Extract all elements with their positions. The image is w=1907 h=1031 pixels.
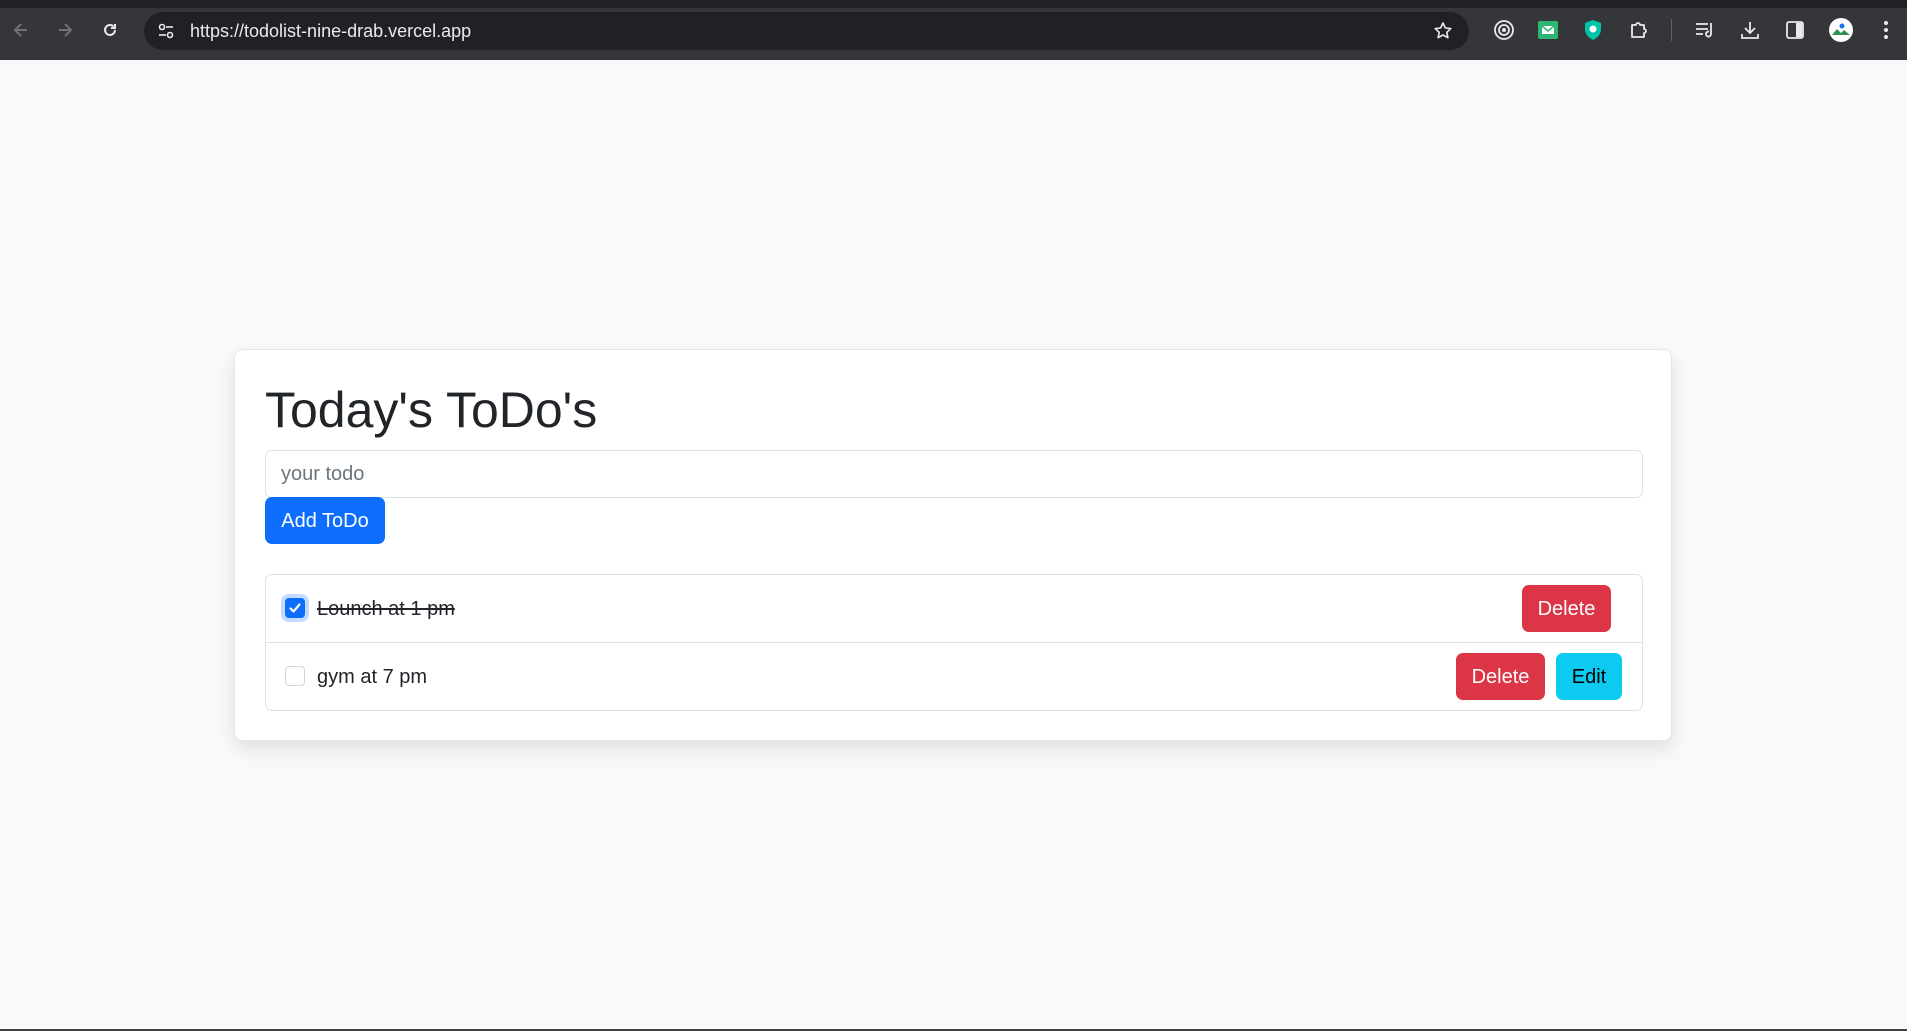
add-todo-button[interactable]: Add ToDo — [265, 497, 385, 544]
todo-item: gym at 7 pm Delete Edit — [266, 643, 1642, 710]
delete-button[interactable]: Delete — [1522, 585, 1611, 632]
todo-checkbox[interactable] — [285, 666, 305, 686]
edit-button[interactable]: Edit — [1556, 653, 1622, 700]
todo-text: gym at 7 pm — [317, 666, 428, 688]
address-bar[interactable]: https://todolist-nine-drab.vercel.app — [144, 12, 1469, 50]
site-info-icon[interactable] — [154, 19, 178, 43]
browser-toolbar: https://todolist-nine-drab.vercel.app — [0, 0, 1907, 60]
page-title: Today's ToDo's — [265, 382, 598, 438]
checkmark-icon — [289, 603, 301, 613]
delete-button[interactable]: Delete — [1456, 653, 1545, 700]
reload-icon[interactable] — [97, 17, 123, 43]
profile-avatar[interactable] — [1827, 16, 1855, 44]
star-icon[interactable] — [1431, 19, 1455, 43]
forward-arrow-icon[interactable] — [52, 17, 78, 43]
target-extension-icon[interactable] — [1492, 18, 1516, 42]
url-text[interactable]: https://todolist-nine-drab.vercel.app — [190, 21, 471, 41]
todo-list: Lounch at 1 pm Delete gym at 7 pm Delete… — [265, 574, 1643, 711]
toolbar-divider — [1671, 19, 1672, 41]
todo-item: Lounch at 1 pm Delete — [266, 575, 1642, 643]
shield-extension-icon[interactable] — [1581, 18, 1605, 42]
todo-checkbox[interactable] — [285, 598, 305, 618]
mail-extension-icon[interactable] — [1536, 18, 1560, 42]
back-arrow-icon[interactable] — [8, 17, 34, 43]
todo-input[interactable] — [265, 450, 1643, 498]
reading-list-icon[interactable] — [1693, 18, 1717, 42]
todo-card: Today's ToDo's Add ToDo Lounch at 1 pm D… — [234, 349, 1672, 741]
tab-strip — [0, 0, 1907, 8]
menu-kebab-icon[interactable] — [1874, 18, 1898, 42]
todo-text: Lounch at 1 pm — [317, 598, 455, 620]
side-panel-icon[interactable] — [1783, 18, 1807, 42]
puzzle-extensions-icon[interactable] — [1627, 18, 1651, 42]
download-icon[interactable] — [1738, 18, 1762, 42]
